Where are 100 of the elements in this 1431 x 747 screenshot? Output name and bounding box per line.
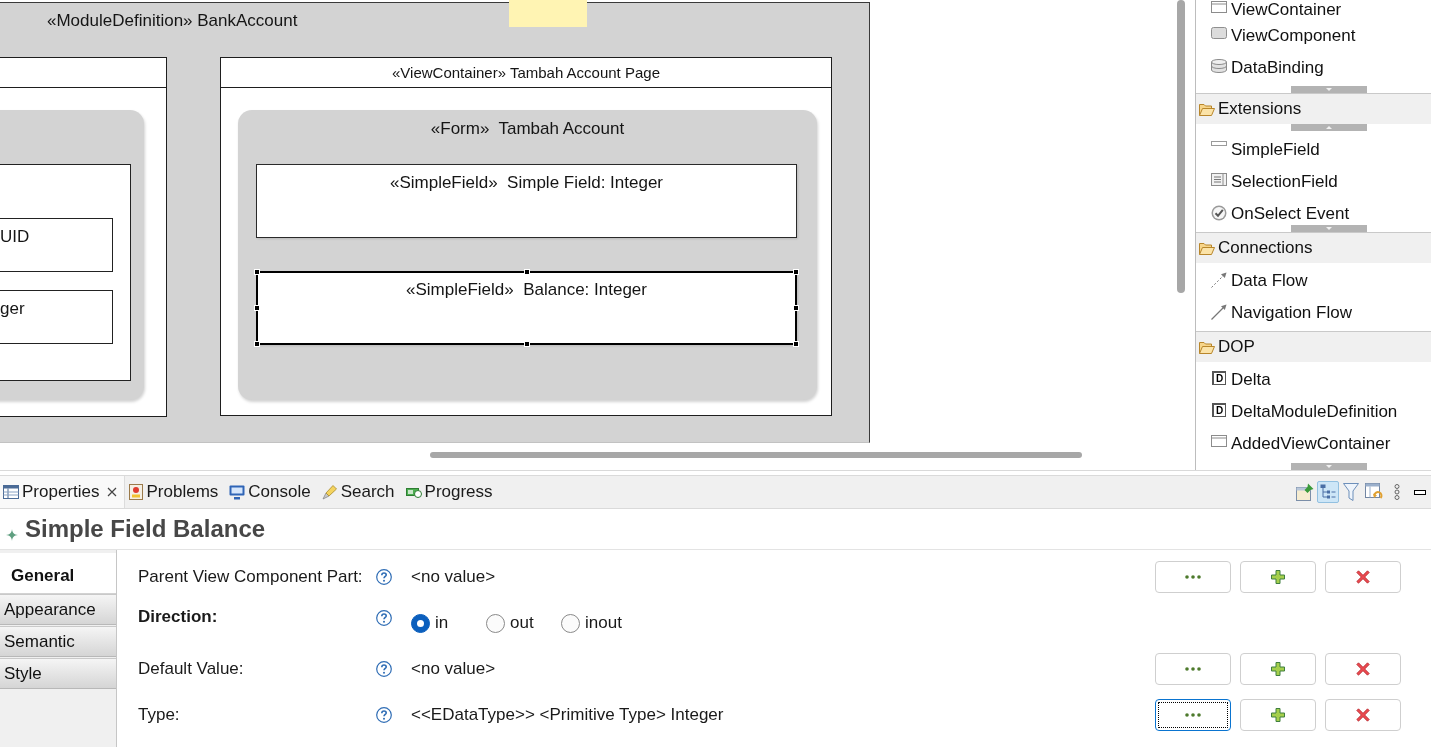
table-icon: [3, 485, 19, 499]
view-tab[interactable]: Progress: [401, 476, 500, 508]
tree-icon: [1320, 484, 1336, 500]
property-value: <no value>: [411, 567, 496, 587]
resize-handle[interactable]: [254, 269, 260, 275]
palette-item[interactable]: D Delta: [1211, 370, 1271, 390]
radio-option[interactable]: inout: [561, 613, 622, 633]
section-tab[interactable]: General: [0, 553, 116, 594]
radio-option[interactable]: out: [486, 613, 534, 633]
rounded-rectangle-icon: [1211, 27, 1227, 39]
view-tab[interactable]: Properties: [0, 476, 126, 508]
container-title: «ViewContainer» Tambah Account Page: [392, 63, 660, 82]
palette-item[interactable]: OnSelect Event: [1211, 204, 1350, 224]
add-button[interactable]: [1240, 561, 1316, 593]
help-icon[interactable]: [376, 610, 392, 626]
close-icon[interactable]: [107, 487, 118, 497]
pencil-icon: [321, 484, 338, 500]
palette-item[interactable]: DataBinding: [1211, 58, 1324, 78]
radio-indicator[interactable]: [561, 613, 580, 633]
list-box-icon: [1211, 173, 1227, 186]
help-icon[interactable]: [376, 569, 392, 585]
palette-item[interactable]: D DeltaModuleDefinition: [1211, 402, 1398, 422]
drawer-header[interactable]: DOP: [1196, 332, 1431, 362]
help-icon[interactable]: [376, 661, 392, 677]
scrollbar-thumb[interactable]: [430, 452, 1082, 458]
ellipsis-icon: [1185, 713, 1201, 717]
plus-icon: [1271, 570, 1285, 584]
field-label: «SimpleField» Balance: Integer: [406, 280, 647, 300]
field-node[interactable]: ger: [0, 290, 113, 344]
view-tab[interactable]: Console: [225, 476, 318, 508]
palette-item[interactable]: AddedViewContainer: [1211, 434, 1391, 454]
form-title: «Form» Tambah Account: [430, 119, 625, 139]
palette-item[interactable]: Navigation Flow: [1211, 303, 1352, 323]
check-circle-icon: [1211, 205, 1227, 221]
property-label: Default Value:: [138, 659, 244, 679]
remove-button[interactable]: [1325, 653, 1401, 685]
field-node[interactable]: UID: [0, 218, 113, 272]
field-label: ger: [0, 299, 25, 318]
section-tab[interactable]: Style: [0, 658, 116, 689]
text-field-icon: [1211, 141, 1227, 146]
boxed-letter-icon: D: [1212, 371, 1226, 385]
add-button[interactable]: [1240, 653, 1316, 685]
resize-handle[interactable]: [254, 341, 260, 347]
arrow-icon: [1211, 304, 1227, 320]
plus-icon: [1271, 708, 1285, 722]
field-node[interactable]: «SimpleField» Balance: Integer: [256, 271, 797, 345]
palette-item[interactable]: ViewComponent: [1211, 26, 1356, 46]
radio-indicator[interactable]: [486, 613, 505, 633]
cross-icon: [1356, 570, 1370, 584]
radio-option[interactable]: in: [411, 613, 449, 633]
window-icon: [1211, 435, 1227, 447]
drawer-header[interactable]: Connections: [1196, 233, 1431, 263]
progress-bar-icon: [405, 486, 422, 498]
add-button[interactable]: [1240, 699, 1316, 731]
filter-icon: [1343, 483, 1359, 501]
radio-indicator[interactable]: [411, 613, 430, 633]
property-value: <no value>: [411, 659, 496, 679]
remove-button[interactable]: [1325, 561, 1401, 593]
database-icon: [1211, 59, 1227, 73]
resize-handle[interactable]: [254, 305, 260, 311]
cross-icon: [1356, 708, 1370, 722]
drawer-header[interactable]: Extensions: [1196, 94, 1431, 124]
help-icon[interactable]: [376, 707, 392, 723]
palette-item[interactable]: ViewContainer: [1211, 0, 1342, 20]
palette-item[interactable]: Data Flow: [1211, 271, 1308, 291]
browse-button[interactable]: [1155, 699, 1231, 731]
properties-title: Simple Field Balance: [25, 515, 266, 543]
scrollbar-thumb[interactable]: [1177, 0, 1185, 293]
vertical-dots-icon: [1394, 484, 1400, 500]
property-label: Type:: [138, 705, 180, 725]
window-pin-icon: [1296, 483, 1314, 501]
palette-item[interactable]: SimpleField: [1211, 140, 1320, 160]
ellipsis-icon: [1185, 667, 1201, 671]
remove-button[interactable]: [1325, 699, 1401, 731]
ellipsis-icon: [1185, 575, 1201, 579]
property-value: <<EDataType>> <Primitive Type> Integer: [411, 705, 724, 725]
resize-handle[interactable]: [793, 305, 799, 311]
property-label: Direction:: [138, 607, 218, 627]
resize-handle[interactable]: [793, 269, 799, 275]
field-label: «SimpleField» Simple Field: Integer: [389, 173, 664, 193]
section-tab[interactable]: Semantic: [0, 626, 116, 657]
resize-handle[interactable]: [523, 269, 530, 275]
sparkle-icon: [6, 529, 18, 541]
property-label: Parent View Component Part:: [138, 567, 363, 587]
monitor-icon: [229, 484, 246, 500]
cross-icon: [1356, 662, 1370, 676]
dashed-arrow-icon: [1211, 272, 1227, 288]
field-node[interactable]: «SimpleField» Simple Field: Integer: [256, 164, 797, 238]
view-tab[interactable]: Problems: [125, 476, 226, 508]
section-tab[interactable]: Appearance: [0, 594, 116, 625]
palette-item[interactable]: SelectionField: [1211, 172, 1338, 192]
minimize-icon: [1414, 489, 1426, 495]
boxed-letter-icon: D: [1212, 403, 1226, 417]
view-tab[interactable]: Search: [317, 476, 402, 508]
resize-handle[interactable]: [793, 341, 799, 347]
module-title: «ModuleDefinition» BankAccount: [47, 11, 298, 31]
document-icon: [129, 484, 144, 500]
resize-handle[interactable]: [523, 341, 530, 347]
plus-icon: [1271, 662, 1285, 676]
field-label: UID: [0, 227, 30, 246]
